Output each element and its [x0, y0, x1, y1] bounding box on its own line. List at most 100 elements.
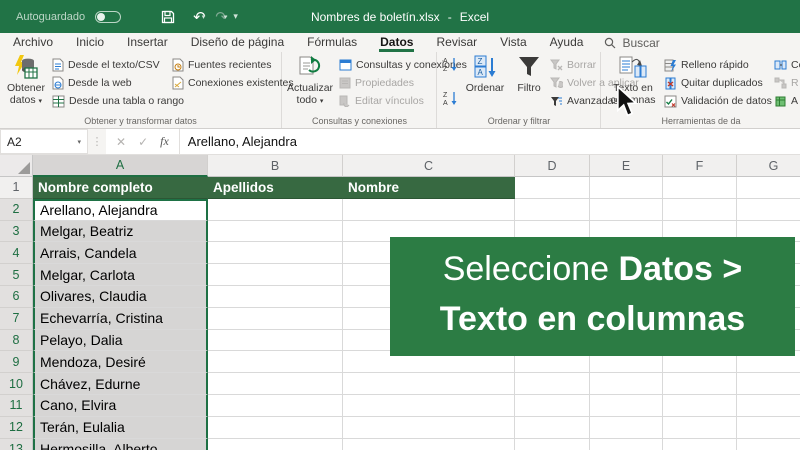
- editar-vinculos-button[interactable]: Editar vínculos: [339, 93, 424, 109]
- cell-g1[interactable]: [737, 177, 800, 199]
- sort-az-button[interactable]: AZ: [443, 56, 458, 72]
- cell-d2[interactable]: [515, 199, 590, 221]
- actualizar-todo-button[interactable]: Actualizartodo ▾: [286, 54, 334, 106]
- obtener-datos-button[interactable]: Obtenerdatos ▾: [4, 54, 48, 106]
- redo-button[interactable]: ↷▾: [215, 7, 227, 27]
- desde-la-web-button[interactable]: Desde la web: [52, 75, 132, 91]
- save-icon[interactable]: [161, 7, 175, 27]
- row-header-13[interactable]: 13: [0, 439, 33, 450]
- column-header-b[interactable]: B: [208, 155, 343, 177]
- cell-a10[interactable]: Chávez, Edurne: [33, 373, 208, 395]
- sort-za-button[interactable]: ZA: [443, 90, 458, 106]
- ordenar-button[interactable]: ZA Ordenar: [462, 54, 508, 94]
- cell-a9[interactable]: Mendoza, Desiré: [33, 351, 208, 373]
- tab-inicio[interactable]: Inicio: [75, 33, 105, 52]
- customize-qat-icon[interactable]: ▾: [233, 12, 238, 22]
- cell-e1[interactable]: [590, 177, 663, 199]
- cell-f13[interactable]: [663, 439, 737, 450]
- relaciones-button[interactable]: R: [774, 75, 799, 91]
- quitar-duplicados-button[interactable]: Quitar duplicados: [664, 75, 763, 91]
- cell-d11[interactable]: [515, 395, 590, 417]
- row-header-7[interactable]: 7: [0, 308, 33, 330]
- cell-b13[interactable]: [208, 439, 343, 450]
- column-header-e[interactable]: E: [590, 155, 663, 177]
- cell-d13[interactable]: [515, 439, 590, 450]
- cell-g10[interactable]: [737, 373, 800, 395]
- cell-c10[interactable]: [343, 373, 515, 395]
- autosave-toggle[interactable]: [95, 11, 121, 23]
- cell-a3[interactable]: Melgar, Beatriz: [33, 221, 208, 243]
- cell-a2[interactable]: Arellano, Alejandra: [33, 199, 208, 221]
- cell-e2[interactable]: [590, 199, 663, 221]
- column-header-d[interactable]: D: [515, 155, 590, 177]
- cell-b9[interactable]: [208, 351, 343, 373]
- cell-a5[interactable]: Melgar, Carlota: [33, 264, 208, 286]
- cell-b2[interactable]: [208, 199, 343, 221]
- cell-b1[interactable]: Apellidos: [208, 177, 343, 199]
- cell-b11[interactable]: [208, 395, 343, 417]
- administrar-modelo-datos-button[interactable]: A: [774, 93, 798, 109]
- search-box[interactable]: Buscar: [604, 36, 659, 50]
- cell-a11[interactable]: Cano, Elvira: [33, 395, 208, 417]
- row-header-4[interactable]: 4: [0, 242, 33, 264]
- borrar-button[interactable]: Borrar: [550, 57, 596, 73]
- column-header-f[interactable]: F: [663, 155, 737, 177]
- tab-vista[interactable]: Vista: [499, 33, 527, 52]
- name-box-dropdown-icon[interactable]: ▾: [77, 138, 81, 146]
- cell-b4[interactable]: [208, 242, 343, 264]
- cancel-icon[interactable]: ✕: [116, 135, 126, 149]
- cell-a13[interactable]: Hermosilla, Alberto: [33, 439, 208, 450]
- conexiones-existentes-button[interactable]: Conexiones existentes: [172, 75, 294, 91]
- cell-b8[interactable]: [208, 330, 343, 352]
- row-header-9[interactable]: 9: [0, 351, 33, 373]
- cell-b10[interactable]: [208, 373, 343, 395]
- name-box[interactable]: A2 ▾: [0, 129, 88, 154]
- cell-e13[interactable]: [590, 439, 663, 450]
- cell-c1[interactable]: Nombre: [343, 177, 515, 199]
- validacion-de-datos-button[interactable]: Validación de datos ▾: [664, 93, 779, 109]
- row-header-11[interactable]: 11: [0, 395, 33, 417]
- tab-diseno-de-pagina[interactable]: Diseño de página: [190, 33, 285, 52]
- undo-dropdown-icon[interactable]: ▾: [202, 13, 206, 21]
- propiedades-button[interactable]: Propiedades: [339, 75, 414, 91]
- column-header-c[interactable]: C: [343, 155, 515, 177]
- column-header-a[interactable]: A: [33, 155, 208, 177]
- cell-f2[interactable]: [663, 199, 737, 221]
- cell-b3[interactable]: [208, 221, 343, 243]
- cell-d1[interactable]: [515, 177, 590, 199]
- cell-d10[interactable]: [515, 373, 590, 395]
- formula-input[interactable]: Arellano, Alejandra: [180, 129, 800, 154]
- cell-g12[interactable]: [737, 417, 800, 439]
- row-header-3[interactable]: 3: [0, 221, 33, 243]
- cell-d12[interactable]: [515, 417, 590, 439]
- cell-f11[interactable]: [663, 395, 737, 417]
- cell-e12[interactable]: [590, 417, 663, 439]
- cell-a7[interactable]: Echevarría, Cristina: [33, 308, 208, 330]
- cell-a4[interactable]: Arrais, Candela: [33, 242, 208, 264]
- cell-e10[interactable]: [590, 373, 663, 395]
- row-header-10[interactable]: 10: [0, 373, 33, 395]
- insert-function-icon[interactable]: fx: [160, 134, 169, 149]
- cell-c11[interactable]: [343, 395, 515, 417]
- column-header-g[interactable]: G: [737, 155, 800, 177]
- row-header-12[interactable]: 12: [0, 417, 33, 439]
- redo-dropdown-icon[interactable]: ▾: [224, 13, 228, 21]
- cell-f1[interactable]: [663, 177, 737, 199]
- cell-f12[interactable]: [663, 417, 737, 439]
- select-all-button[interactable]: [0, 155, 33, 177]
- fuentes-recientes-button[interactable]: Fuentes recientes: [172, 57, 271, 73]
- tab-insertar[interactable]: Insertar: [126, 33, 169, 52]
- cell-e11[interactable]: [590, 395, 663, 417]
- cell-c2[interactable]: [343, 199, 515, 221]
- cell-b12[interactable]: [208, 417, 343, 439]
- tab-ayuda[interactable]: Ayuda: [549, 33, 585, 52]
- tab-formulas[interactable]: Fórmulas: [306, 33, 358, 52]
- row-header-8[interactable]: 8: [0, 330, 33, 352]
- cell-b6[interactable]: [208, 286, 343, 308]
- row-header-1[interactable]: 1: [0, 177, 33, 199]
- tab-revisar[interactable]: Revisar: [435, 33, 478, 52]
- filtro-button[interactable]: Filtro: [510, 54, 548, 94]
- cell-a6[interactable]: Olivares, Claudia: [33, 286, 208, 308]
- cell-g2[interactable]: [737, 199, 800, 221]
- consolidar-button[interactable]: Co: [774, 57, 800, 73]
